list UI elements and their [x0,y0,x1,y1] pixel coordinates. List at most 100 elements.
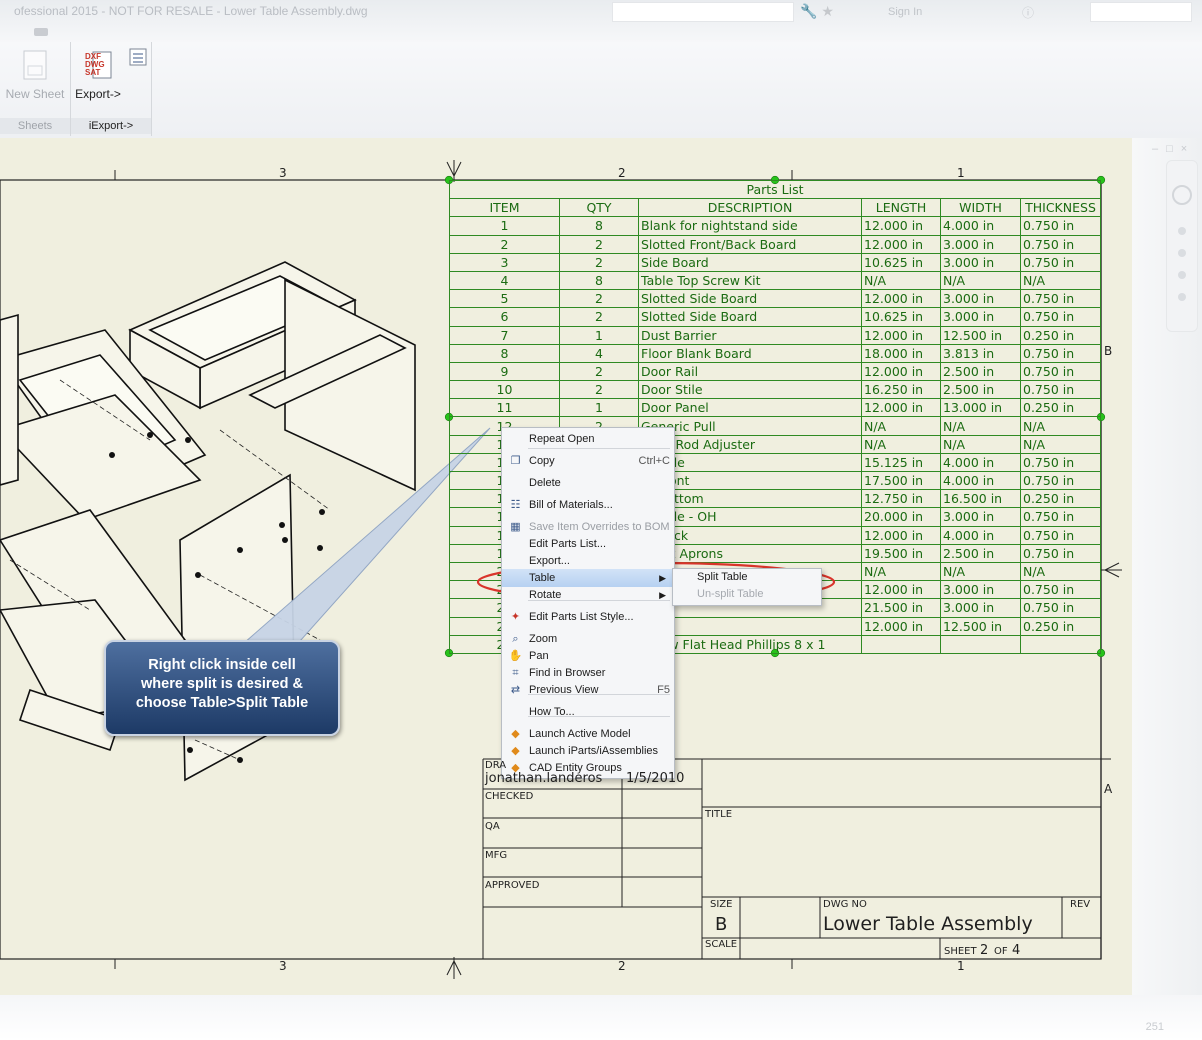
export-button[interactable]: DXF DWG SAT Export-> [75,48,121,101]
width-cell[interactable]: 4.000 in [940,452,1021,473]
qty-cell[interactable]: 2 [559,234,639,254]
thickness-cell[interactable]: 0.750 in [1020,252,1101,272]
new-sheet-button[interactable]: New Sheet [4,48,66,101]
description-cell[interactable]: Door Panel [638,398,862,418]
length-cell[interactable]: 12.000 in [861,216,941,236]
width-cell[interactable]: 3.000 in [940,234,1021,254]
qty-cell[interactable]: 2 [559,307,639,327]
width-cell[interactable]: 12.500 in [940,325,1021,345]
item-cell[interactable]: 7 [449,325,560,345]
table-row[interactable]: 7 1 Dust Barrier 12.000 in 12.500 in 0.250 in [449,325,1101,345]
description-cell[interactable]: Door Stile [638,380,862,400]
width-cell[interactable]: 12.500 in [940,616,1021,636]
qty-cell[interactable]: 2 [559,289,639,309]
length-cell[interactable]: 12.000 in [861,525,941,545]
menu-item-pan[interactable]: ✋ Pan [502,647,674,665]
menu-item-find-in-browser[interactable]: ⌗ Find in Browser [502,664,674,682]
list-settings-icon[interactable] [129,48,147,66]
width-cell[interactable]: 2.500 in [940,380,1021,400]
item-cell[interactable]: 9 [449,361,560,382]
item-cell[interactable]: 5 [449,289,560,309]
search-box[interactable] [612,2,794,22]
menu-item-table[interactable]: Table ▶ [502,569,674,587]
item-cell[interactable]: 3 [449,252,560,272]
menu-item-edit-parts-list[interactable]: Edit Parts List... [502,535,674,553]
help-icon[interactable]: ⓘ [1022,4,1034,21]
length-cell[interactable]: 10.625 in [861,307,941,327]
navigation-bar[interactable] [1166,160,1198,332]
qty-cell[interactable]: 2 [559,361,639,382]
length-cell[interactable]: 12.000 in [861,580,941,600]
thickness-cell[interactable]: 0.750 in [1020,580,1101,600]
toolbar-icons[interactable]: 🔧★ [800,3,838,20]
menu-item-copy[interactable]: ❐ Copy Ctrl+C [502,452,674,470]
thickness-cell[interactable]: 0.250 in [1020,489,1101,509]
description-cell[interactable]: Dust Barrier [638,325,862,345]
length-cell[interactable]: N/A [861,434,941,454]
thickness-cell[interactable]: 0.750 in [1020,216,1101,236]
menu-item-previous-view[interactable]: ⇄ Previous View F5 [502,681,674,699]
length-cell[interactable]: 10.625 in [861,252,941,272]
qty-cell[interactable]: 2 [559,380,639,400]
description-cell[interactable]: Door Rail [638,361,862,382]
thickness-cell[interactable]: 0.750 in [1020,452,1101,473]
item-cell[interactable]: 4 [449,270,560,291]
thickness-cell[interactable]: N/A [1020,416,1101,436]
item-cell[interactable]: 1 [449,216,560,236]
description-cell[interactable]: Table Top Screw Kit [638,270,862,291]
length-cell[interactable]: 17.500 in [861,470,941,491]
length-cell[interactable]: 20.000 in [861,507,941,527]
length-cell[interactable]: 12.000 in [861,361,941,382]
split-table-item[interactable]: Split Table [697,571,748,583]
length-cell[interactable]: N/A [861,270,941,291]
table-row[interactable]: 3 2 Side Board 10.625 in 3.000 in 0.750 in [449,252,1101,272]
width-cell[interactable]: 2.500 in [940,543,1021,563]
qty-cell[interactable]: 1 [559,325,639,345]
width-cell[interactable]: N/A [940,561,1021,582]
length-cell[interactable]: 12.000 in [861,234,941,254]
subscription-box[interactable] [1090,2,1192,22]
description-cell[interactable]: Slotted Side Board [638,307,862,327]
thickness-cell[interactable]: N/A [1020,270,1101,291]
width-cell[interactable]: 3.000 in [940,252,1021,272]
length-cell[interactable]: 12.000 in [861,325,941,345]
length-cell[interactable]: 19.500 in [861,543,941,563]
length-cell[interactable]: 21.500 in [861,598,941,618]
table-row[interactable]: 10 2 Door Stile 16.250 in 2.500 in 0.750 in [449,380,1101,400]
length-cell[interactable]: N/A [861,416,941,436]
table-row[interactable]: 6 2 Slotted Side Board 10.625 in 3.000 in 0.7… [449,307,1101,327]
width-cell[interactable]: 16.500 in [940,489,1021,509]
description-cell[interactable]: Floor Blank Board [638,343,862,363]
length-cell[interactable]: 15.125 in [861,452,941,473]
length-cell[interactable] [861,634,941,654]
width-cell[interactable]: N/A [940,416,1021,436]
width-cell[interactable]: 3.000 in [940,289,1021,309]
menu-item-rotate[interactable]: Rotate ▶ [502,586,674,604]
thickness-cell[interactable]: 0.750 in [1020,507,1101,527]
unsplit-table-item[interactable]: Un-split Table [697,588,763,600]
thickness-cell[interactable]: 0.250 in [1020,325,1101,345]
thickness-cell[interactable] [1020,634,1101,654]
thickness-cell[interactable]: 0.750 in [1020,543,1101,563]
qty-cell[interactable]: 8 [559,216,639,236]
width-cell[interactable]: 13.000 in [940,398,1021,418]
width-cell[interactable]: 3.000 in [940,507,1021,527]
width-cell[interactable]: 4.000 in [940,216,1021,236]
menu-item-edit-parts-list-style[interactable]: ✦ Edit Parts List Style... [502,608,674,626]
menu-item-launch-active-model[interactable]: ◆ Launch Active Model [502,725,674,743]
menu-item-save-item-overrides-to-bom[interactable]: ▦ Save Item Overrides to BOM [502,518,674,536]
width-cell[interactable]: 3.000 in [940,598,1021,618]
description-cell[interactable]: Blank for nightstand side [638,216,862,236]
length-cell[interactable]: 12.000 in [861,289,941,309]
menu-item-launch-iparts-iassemblies[interactable]: ◆ Launch iParts/iAssemblies [502,742,674,760]
mini-toolbar-icon[interactable] [34,28,48,36]
thickness-cell[interactable]: 0.250 in [1020,616,1101,636]
sign-in-link[interactable]: Sign In [888,6,922,18]
width-cell[interactable]: N/A [940,434,1021,454]
length-cell[interactable]: 18.000 in [861,343,941,363]
table-row[interactable]: 9 2 Door Rail 12.000 in 2.500 in 0.750 in [449,361,1101,382]
item-cell[interactable]: 11 [449,398,560,418]
thickness-cell[interactable]: 0.750 in [1020,361,1101,382]
length-cell[interactable]: 12.750 in [861,489,941,509]
table-row[interactable]: 1 8 Blank for nightstand side 12.000 in 4.00… [449,216,1101,236]
